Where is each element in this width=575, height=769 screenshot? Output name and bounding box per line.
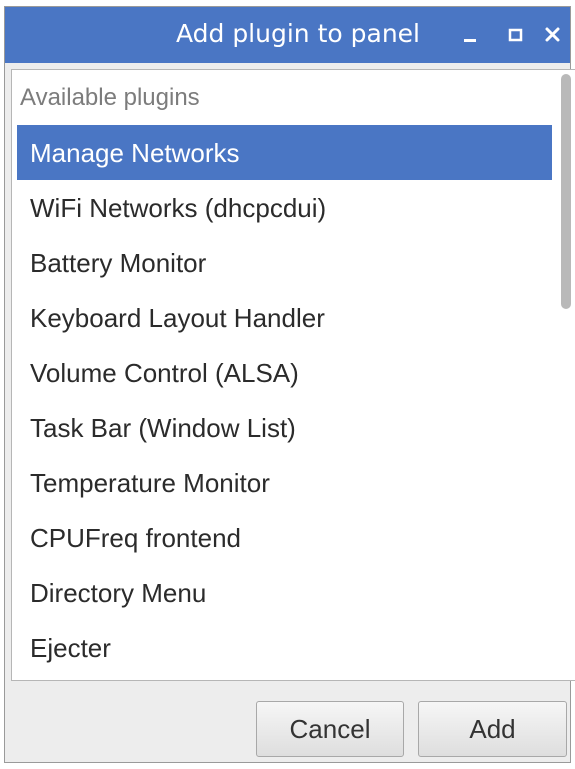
plugin-list-items: Manage Networks WiFi Networks (dhcpcdui)… [17,125,552,675]
list-item[interactable]: WiFi Networks (dhcpcdui) [17,180,552,235]
scrollbar-thumb[interactable] [561,74,571,309]
add-button[interactable]: Add [418,701,567,757]
list-header: Available plugins [20,84,200,111]
list-item[interactable]: Manage Networks [17,125,552,180]
list-item[interactable]: Volume Control (ALSA) [17,345,552,400]
maximize-icon[interactable] [501,21,529,49]
add-plugin-dialog: Add plugin to panel Available plugins Ma… [4,6,575,763]
close-icon[interactable] [539,21,567,49]
list-item[interactable]: Battery Monitor [17,235,552,290]
list-item[interactable]: Directory Menu [17,565,552,620]
plugin-list[interactable]: Available plugins Manage Networks WiFi N… [11,69,575,681]
list-item[interactable]: Task Bar (Window List) [17,400,552,455]
list-item[interactable]: Ejecter [17,620,552,675]
vertical-scrollbar[interactable] [558,74,574,676]
list-item[interactable]: Temperature Monitor [17,455,552,510]
window-title: Add plugin to panel [175,19,420,48]
cancel-button[interactable]: Cancel [256,701,404,757]
minimize-icon[interactable] [457,21,485,49]
title-bar[interactable]: Add plugin to panel [5,7,570,63]
list-item[interactable]: CPUFreq frontend [17,510,552,565]
list-item[interactable]: Keyboard Layout Handler [17,290,552,345]
